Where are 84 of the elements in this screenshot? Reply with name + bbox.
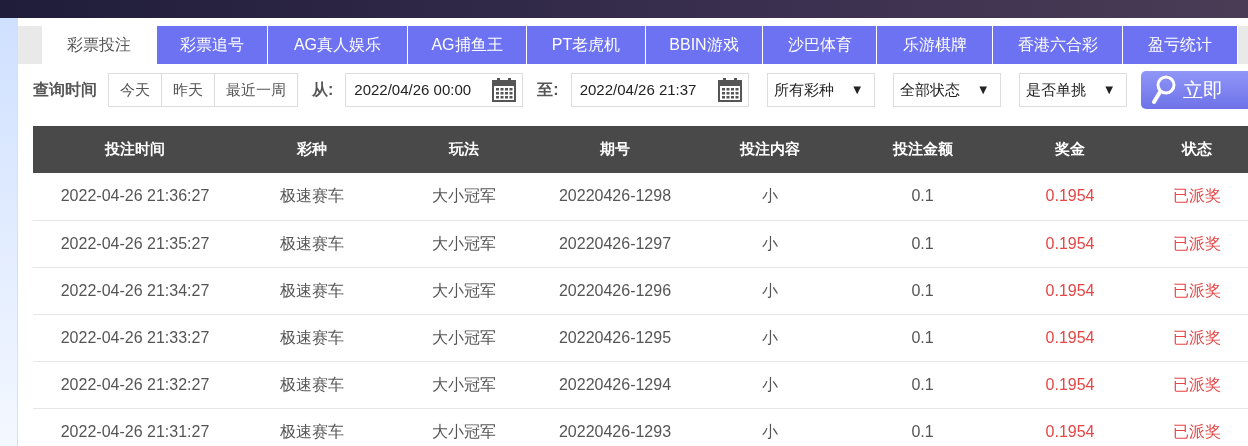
- date-field[interactable]: 2022/04/26 21:37: [570, 73, 749, 107]
- table-cell: 2022-04-26 21:32:27: [33, 361, 237, 408]
- tab[interactable]: 香港六合彩: [993, 26, 1123, 64]
- date-field[interactable]: 2022/04/26 00:00: [345, 73, 524, 107]
- column-header: 投注金额: [850, 126, 995, 173]
- table-cell: 极速赛车: [237, 408, 387, 446]
- column-header: 期号: [540, 126, 690, 173]
- table-cell: 20220426-1294: [540, 361, 690, 408]
- table-cell: 大小冠军: [387, 314, 540, 361]
- tab[interactable]: PT老虎机: [527, 26, 646, 64]
- dropdown-arrow-icon: ▼: [1102, 80, 1116, 100]
- tab[interactable]: 彩票追号: [157, 26, 268, 64]
- dropdown[interactable]: 所有彩种 ▼: [766, 73, 875, 107]
- date-label: 至:: [537, 80, 559, 100]
- table-cell: 大小冠军: [387, 408, 540, 446]
- table-cell: 0.1: [850, 173, 995, 220]
- column-header: 投注时间: [33, 126, 237, 173]
- table-cell: 0.1954: [995, 220, 1145, 267]
- table-cell: 0.1: [850, 314, 995, 361]
- search-button[interactable]: 立即: [1140, 71, 1248, 109]
- tab[interactable]: 盈亏统计: [1123, 26, 1238, 64]
- table-cell: 小: [690, 408, 850, 446]
- dropdown[interactable]: 是否单挑 ▼: [1018, 73, 1127, 107]
- calendar-icon[interactable]: [492, 78, 517, 102]
- table-cell: 极速赛车: [237, 314, 387, 361]
- dropdown-arrow-icon: ▼: [850, 80, 864, 100]
- table-cell: 0.1: [850, 408, 995, 446]
- dropdown-arrow-icon: ▼: [976, 80, 990, 100]
- table-cell: 0.1954: [995, 173, 1145, 220]
- search-icon: [1150, 75, 1177, 105]
- table-cell: 20220426-1296: [540, 267, 690, 314]
- table-cell: 已派奖: [1145, 408, 1248, 446]
- table-cell: 小: [690, 361, 850, 408]
- table-cell: 已派奖: [1145, 361, 1248, 408]
- table-cell: 已派奖: [1145, 314, 1248, 361]
- table-cell: 0.1954: [995, 361, 1145, 408]
- table-cell: 大小冠军: [387, 220, 540, 267]
- tab[interactable]: AG捕鱼王: [408, 26, 527, 64]
- table-cell: 2022-04-26 21:34:27: [33, 267, 237, 314]
- table-cell: 小: [690, 314, 850, 361]
- tab[interactable]: AG真人娱乐: [268, 26, 408, 64]
- table-cell: 小: [690, 267, 850, 314]
- table-cell: 20220426-1297: [540, 220, 690, 267]
- tab[interactable]: 彩票投注: [42, 26, 157, 64]
- tab[interactable]: 沙巴体育: [763, 26, 877, 64]
- column-header: 玩法: [387, 126, 540, 173]
- range-button[interactable]: 最近一周: [214, 73, 298, 107]
- dropdown[interactable]: 全部状态 ▼: [892, 73, 1001, 107]
- table-cell: 0.1954: [995, 314, 1145, 361]
- table-cell: 小: [690, 173, 850, 220]
- table-cell: 已派奖: [1145, 267, 1248, 314]
- table-cell: 大小冠军: [387, 267, 540, 314]
- column-header: 奖金: [995, 126, 1145, 173]
- table-cell: 极速赛车: [237, 267, 387, 314]
- table-cell: 已派奖: [1145, 173, 1248, 220]
- table-cell: 2022-04-26 21:35:27: [33, 220, 237, 267]
- table-cell: 极速赛车: [237, 220, 387, 267]
- calendar-icon[interactable]: [717, 78, 742, 102]
- table-cell: 大小冠军: [387, 361, 540, 408]
- table-cell: 0.1: [850, 361, 995, 408]
- table-cell: 2022-04-26 21:36:27: [33, 173, 237, 220]
- table-cell: 2022-04-26 21:33:27: [33, 314, 237, 361]
- column-header: 状态: [1145, 126, 1248, 173]
- table-cell: 2022-04-26 21:31:27: [33, 408, 237, 446]
- range-button[interactable]: 昨天: [161, 73, 215, 107]
- table-cell: 0.1954: [995, 267, 1145, 314]
- table-cell: 小: [690, 220, 850, 267]
- tab[interactable]: 乐游棋牌: [877, 26, 993, 64]
- table-cell: 20220426-1293: [540, 408, 690, 446]
- table-cell: 0.1954: [995, 408, 1145, 446]
- table-cell: 20220426-1298: [540, 173, 690, 220]
- table-cell: 极速赛车: [237, 173, 387, 220]
- column-header: 投注内容: [690, 126, 850, 173]
- table-cell: 0.1: [850, 267, 995, 314]
- date-label: 从:: [312, 80, 334, 100]
- column-header: 彩种: [237, 126, 387, 173]
- query-time-label: 查询时间: [33, 80, 97, 100]
- table-cell: 20220426-1295: [540, 314, 690, 361]
- table-cell: 极速赛车: [237, 361, 387, 408]
- range-button[interactable]: 今天: [108, 73, 162, 107]
- table-cell: 0.1: [850, 220, 995, 267]
- table-cell: 已派奖: [1145, 220, 1248, 267]
- table-cell: 大小冠军: [387, 173, 540, 220]
- tab[interactable]: BBIN游戏: [646, 26, 763, 64]
